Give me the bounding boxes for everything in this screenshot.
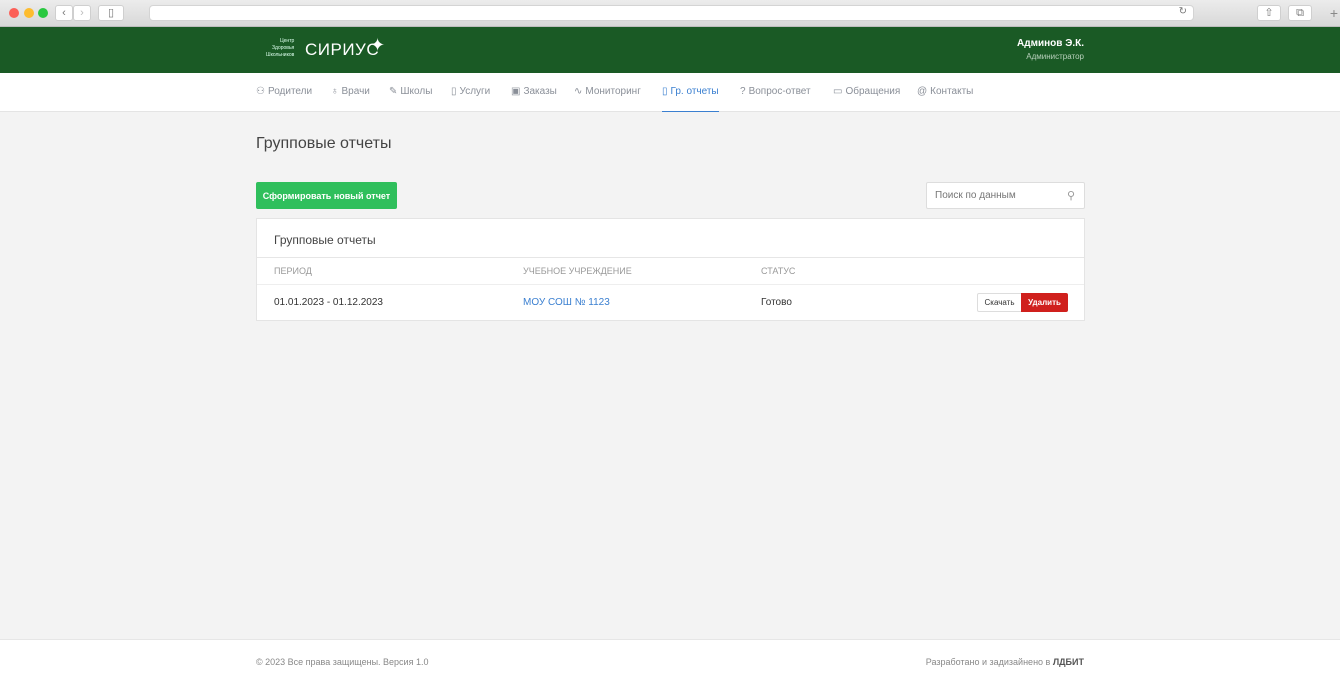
nav-item-6[interactable]: ▯ Гр. отчеты	[662, 73, 719, 112]
footer: © 2023 Все права защищены. Версия 1.0 Ра…	[0, 639, 1340, 681]
page-title: Групповые отчеты	[256, 135, 392, 152]
users-icon: ⚇	[256, 86, 265, 97]
message-icon: ▭	[833, 86, 843, 97]
address-bar[interactable]: ↻	[149, 5, 1194, 21]
nav-item-7[interactable]: ? Вопрос-ответ	[740, 73, 811, 112]
table-title: Групповые отчеты	[274, 233, 376, 247]
period-cell: 01.01.2023 - 01.12.2023	[274, 297, 383, 308]
table-header: ПЕРИОД УЧЕБНОЕ УЧРЕЖДЕНИЕ СТАТУС	[257, 257, 1084, 285]
forward-button[interactable]: ›	[73, 5, 91, 21]
nav-label: Контакты	[930, 86, 974, 97]
edit-icon: ✎	[389, 86, 398, 97]
nav-item-2[interactable]: ✎ Школы	[389, 73, 432, 112]
nav-label: Заказы	[523, 86, 557, 97]
back-button[interactable]: ‹	[55, 5, 73, 21]
logo-line: Центр	[279, 38, 295, 44]
share-icon[interactable]: ⇧	[1257, 5, 1281, 21]
logo-line: Здоровья	[272, 45, 295, 51]
table-row: 01.01.2023 - 01.12.2023 МОУ СОШ № 1123 Г…	[257, 286, 1084, 320]
user-role: Администратор	[1026, 52, 1084, 61]
minimize-window-button[interactable]	[24, 8, 34, 18]
nav-item-9[interactable]: @ Контакты	[917, 73, 973, 112]
clipboard-icon: ▯	[662, 86, 668, 97]
main-nav: ⚇ Родители ♁ Врачи ✎ Школы ▯ Услуги ▣ Заказы ∿ Мони…	[0, 73, 1340, 112]
maximize-window-button[interactable]	[38, 8, 48, 18]
sparkle-icon: ✦	[370, 35, 386, 55]
column-school: УЧЕБНОЕ УЧРЕЖДЕНИЕ	[523, 266, 632, 276]
tabs-icon[interactable]: ⧉	[1288, 5, 1312, 21]
logo-subtitle: Центр Здоровья Школьников	[266, 38, 294, 59]
school-link[interactable]: МОУ СОШ № 1123	[523, 297, 610, 308]
column-period: ПЕРИОД	[274, 266, 312, 276]
nav-item-5[interactable]: ∿ Мониторинг	[574, 73, 641, 112]
copyright: © 2023 Все права защищены. Версия 1.0	[256, 657, 429, 667]
help-icon: ?	[740, 86, 746, 97]
nav-label: Врачи	[341, 86, 370, 97]
logo[interactable]: СИРИУС	[305, 40, 379, 60]
activity-icon: ∿	[574, 86, 583, 97]
download-button[interactable]: Скачать	[977, 293, 1022, 312]
nav-item-0[interactable]: ⚇ Родители	[256, 73, 312, 112]
nav-label: Обращения	[845, 86, 901, 97]
nav-item-4[interactable]: ▣ Заказы	[511, 73, 557, 112]
column-status: СТАТУС	[761, 266, 796, 276]
delete-button[interactable]: Удалить	[1021, 293, 1068, 312]
user-name: Админов Э.К.	[1017, 38, 1084, 49]
nav-label: Вопрос-ответ	[748, 86, 811, 97]
nav-label: Школы	[400, 86, 433, 97]
at-icon: @	[917, 86, 928, 97]
user-menu[interactable]: Админов Э.К. Администратор	[1017, 38, 1084, 61]
reload-icon[interactable]: ↻	[1179, 6, 1187, 17]
sidebar-toggle-icon[interactable]: ▯	[98, 5, 124, 21]
search-input[interactable]	[927, 183, 1057, 208]
search-icon[interactable]: ⚲	[1067, 189, 1075, 202]
developer-link[interactable]: ЛДБИТ	[1053, 657, 1084, 667]
nav-label: Гр. отчеты	[670, 86, 719, 97]
nav-label: Родители	[267, 86, 313, 97]
developer-credit: Разработано и задизайнено в ЛДБИТ	[926, 657, 1084, 667]
app-header: Центр Здоровья Школьников СИРИУС ✦ Админ…	[0, 27, 1340, 73]
close-window-button[interactable]	[9, 8, 19, 18]
nav-label: Мониторинг	[585, 86, 641, 97]
new-tab-icon[interactable]: +	[1330, 5, 1338, 21]
reports-table: Групповые отчеты ПЕРИОД УЧЕБНОЕ УЧРЕЖДЕН…	[256, 218, 1085, 321]
book-icon: ▯	[451, 86, 457, 97]
nav-label: Услуги	[459, 86, 491, 97]
status-cell: Готово	[761, 297, 792, 308]
nav-item-3[interactable]: ▯ Услуги	[451, 73, 490, 112]
logo-line: Школьников	[266, 52, 295, 58]
box-icon: ▣	[511, 86, 521, 97]
search-box[interactable]: ⚲	[926, 182, 1085, 209]
browser-toolbar: ‹ › ▯ ↻ ⇧ ⧉ +	[0, 0, 1340, 27]
create-report-button[interactable]: Сформировать новый отчет	[256, 182, 397, 209]
nav-item-8[interactable]: ▭ Обращения	[833, 73, 900, 112]
credit-text: Разработано и задизайнено в	[925, 657, 1053, 667]
award-icon: ♁	[331, 86, 339, 97]
nav-item-1[interactable]: ♁ Врачи	[331, 73, 370, 112]
